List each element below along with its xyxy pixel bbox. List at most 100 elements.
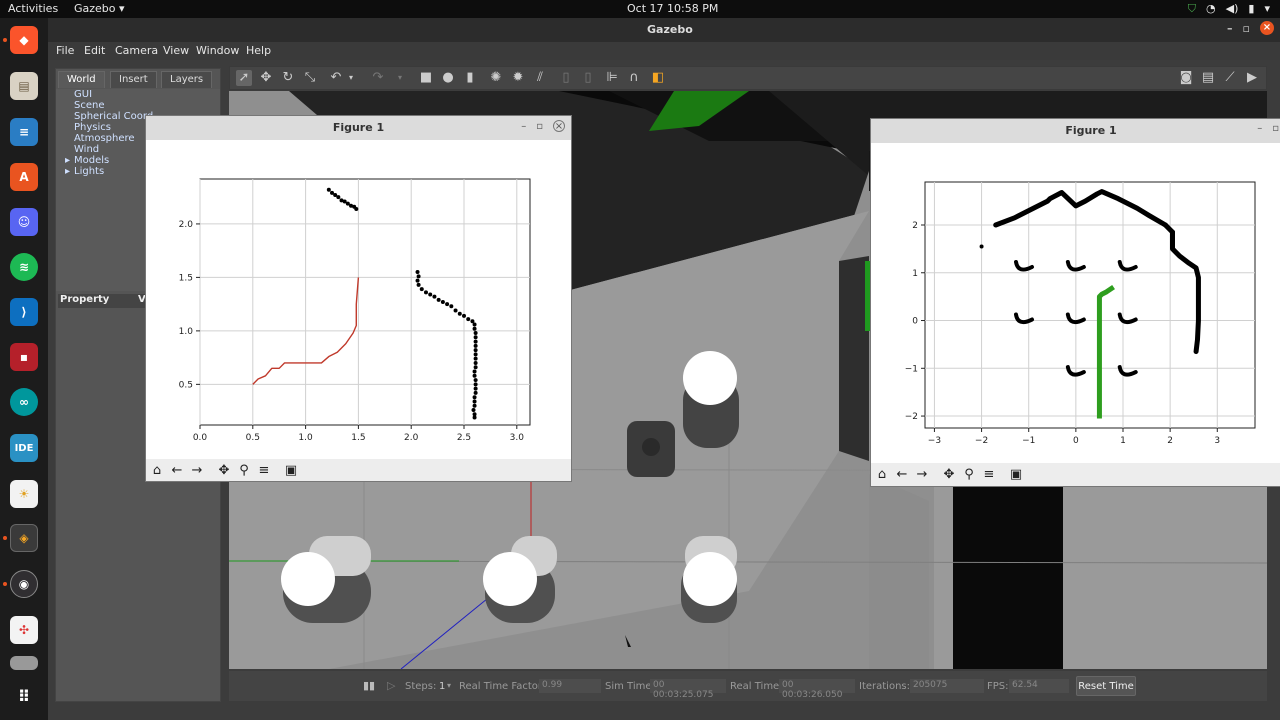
menu-view[interactable]: View <box>163 44 189 57</box>
tree-item-spherical-coordinates[interactable]: Spherical Coord <box>74 111 153 122</box>
files-icon[interactable]: ▤ <box>10 72 38 100</box>
menu-file[interactable]: File <box>56 44 74 57</box>
software-store-icon[interactable]: A <box>10 163 38 191</box>
power-menu-icon[interactable]: ▾ <box>1264 2 1270 16</box>
maximize-icon[interactable]: ▫ <box>1272 123 1279 134</box>
log-icon[interactable]: ▤ <box>1200 70 1216 86</box>
figure-titlebar[interactable]: Figure 1 <box>146 116 571 140</box>
configure-subplots-icon[interactable]: ≡ <box>981 467 997 483</box>
brightness-icon[interactable]: ☀ <box>10 480 38 508</box>
terminal-app-icon[interactable]: ▪ <box>10 343 38 371</box>
menu-help[interactable]: Help <box>246 44 271 57</box>
change-view-icon[interactable]: ◧ <box>650 70 666 86</box>
back-icon[interactable]: ← <box>894 467 910 483</box>
save-icon[interactable]: ▣ <box>1008 467 1024 483</box>
close-icon[interactable]: × <box>1260 21 1274 35</box>
zoom-icon[interactable]: ⚲ <box>961 467 977 483</box>
pinwheel-icon[interactable]: ✣ <box>10 616 38 644</box>
obs-icon[interactable]: ◉ <box>10 570 38 598</box>
redo-icon[interactable]: ↷ <box>370 70 386 86</box>
menu-edit[interactable]: Edit <box>84 44 105 57</box>
app-menu[interactable]: Gazebo ▾ <box>74 2 125 15</box>
minimize-icon[interactable]: – <box>1257 123 1262 134</box>
undo-history-icon[interactable]: ▾ <box>343 70 359 86</box>
undo-icon[interactable]: ↶ <box>328 70 344 86</box>
steps-spinbox[interactable]: 1 <box>439 681 445 692</box>
home-icon[interactable]: ⌂ <box>149 463 165 479</box>
pan-icon[interactable]: ✥ <box>216 463 232 479</box>
translate-mode-icon[interactable]: ✥ <box>258 70 274 86</box>
tree-item-wind[interactable]: Wind <box>74 144 99 155</box>
gazebo-icon[interactable]: ◈ <box>10 524 38 552</box>
tree-item-atmosphere[interactable]: Atmosphere <box>74 133 135 144</box>
minimize-icon[interactable]: – <box>1227 22 1233 35</box>
tab-insert[interactable]: Insert <box>110 71 157 88</box>
directional-light-icon[interactable]: ⫽ <box>532 70 548 86</box>
battery-icon[interactable]: ▮ <box>1248 2 1254 16</box>
redo-history-icon[interactable]: ▾ <box>392 70 408 86</box>
maximize-icon[interactable]: ▫ <box>536 121 543 132</box>
expand-arrow-icon[interactable]: ▸ <box>65 155 70 166</box>
maximize-icon[interactable]: ▫ <box>1243 22 1250 35</box>
pan-icon[interactable]: ✥ <box>941 467 957 483</box>
box-shape-icon[interactable]: ■ <box>418 70 434 86</box>
tree-item-lights[interactable]: Lights <box>74 166 104 177</box>
video-record-icon[interactable]: ▶ <box>1244 70 1260 86</box>
step-icon[interactable]: ▷ <box>387 679 395 692</box>
configure-subplots-icon[interactable]: ≡ <box>256 463 272 479</box>
shield-icon[interactable]: ⛉ <box>1188 2 1196 16</box>
arduino-ide-icon[interactable]: IDE <box>10 434 38 462</box>
close-icon[interactable]: × <box>553 120 565 132</box>
figure-titlebar[interactable]: Figure 1 <box>871 119 1280 143</box>
brave-browser-icon[interactable]: ◆ <box>10 26 38 54</box>
save-icon[interactable]: ▣ <box>283 463 299 479</box>
minimize-icon[interactable]: – <box>521 121 526 132</box>
forward-icon[interactable]: → <box>189 463 205 479</box>
pause-icon[interactable]: ▮▮ <box>363 679 375 692</box>
rotate-mode-icon[interactable]: ↻ <box>280 70 296 86</box>
figure-window-right: Figure 1 – ▫ −3 −2 −1 0 1 2 3 −2 −1 0 1 2 ⌂ ← → ✥ ⚲… <box>870 118 1280 487</box>
steps-dropdown-icon[interactable]: ▾ <box>447 681 451 690</box>
plot-canvas[interactable]: −3 −2 −1 0 1 2 3 −2 −1 0 1 2 <box>871 143 1280 463</box>
select-mode-icon[interactable]: ➚ <box>236 70 252 86</box>
reset-time-button[interactable]: Reset Time <box>1076 676 1136 696</box>
plot-canvas[interactable]: 0.0 0.5 1.0 1.5 2.0 2.5 3.0 0.5 1.0 1.5 2.0 <box>146 140 572 460</box>
show-apps-icon[interactable]: ⠿ <box>10 682 38 710</box>
point-light-icon[interactable]: ✺ <box>488 70 504 86</box>
align-icon[interactable]: ⊫ <box>604 70 620 86</box>
spot-light-icon[interactable]: ✹ <box>510 70 526 86</box>
gazebo-titlebar[interactable]: Gazebo – ▫ × <box>48 18 1280 42</box>
system-tray[interactable]: ⛉ ◔ ◀) ▮ ▾ <box>1188 2 1270 16</box>
menu-window[interactable]: Window <box>196 44 239 57</box>
expand-arrow-icon[interactable]: ▸ <box>65 166 70 177</box>
home-icon[interactable]: ⌂ <box>874 467 890 483</box>
tree-item-models[interactable]: Models <box>74 155 109 166</box>
tree-item-physics[interactable]: Physics <box>74 122 111 133</box>
copy-icon[interactable]: ▯ <box>558 70 574 86</box>
back-icon[interactable]: ← <box>169 463 185 479</box>
wifi-icon[interactable]: ◔ <box>1206 2 1216 16</box>
forward-icon[interactable]: → <box>914 467 930 483</box>
vscode-icon[interactable]: ⟩ <box>10 298 38 326</box>
menu-camera[interactable]: Camera <box>115 44 158 57</box>
tab-layers[interactable]: Layers <box>161 71 213 88</box>
tree-item-gui[interactable]: GUI <box>74 89 92 100</box>
snap-icon[interactable]: ∩ <box>626 70 642 86</box>
writer-icon[interactable]: ≡ <box>10 118 38 146</box>
plot-icon[interactable]: ⟋ <box>1222 70 1238 86</box>
sphere-shape-icon[interactable]: ● <box>440 70 456 86</box>
arduino-icon[interactable]: ∞ <box>10 388 38 416</box>
zoom-icon[interactable]: ⚲ <box>236 463 252 479</box>
paste-icon[interactable]: ▯ <box>580 70 596 86</box>
image-viewer-icon[interactable] <box>10 656 38 670</box>
screenshot-icon[interactable]: ◙ <box>1178 70 1194 86</box>
scale-mode-icon[interactable]: ⤡ <box>302 70 318 86</box>
tree-item-scene[interactable]: Scene <box>74 100 105 111</box>
clock[interactable]: Oct 17 10:58 PM <box>627 2 718 15</box>
discord-icon[interactable]: ☺ <box>10 208 38 236</box>
tab-world[interactable]: World <box>58 71 105 88</box>
spotify-icon[interactable]: ≋ <box>10 253 38 281</box>
volume-icon[interactable]: ◀) <box>1226 2 1239 16</box>
cylinder-shape-icon[interactable]: ▮ <box>462 70 478 86</box>
activities-button[interactable]: Activities <box>8 2 58 15</box>
